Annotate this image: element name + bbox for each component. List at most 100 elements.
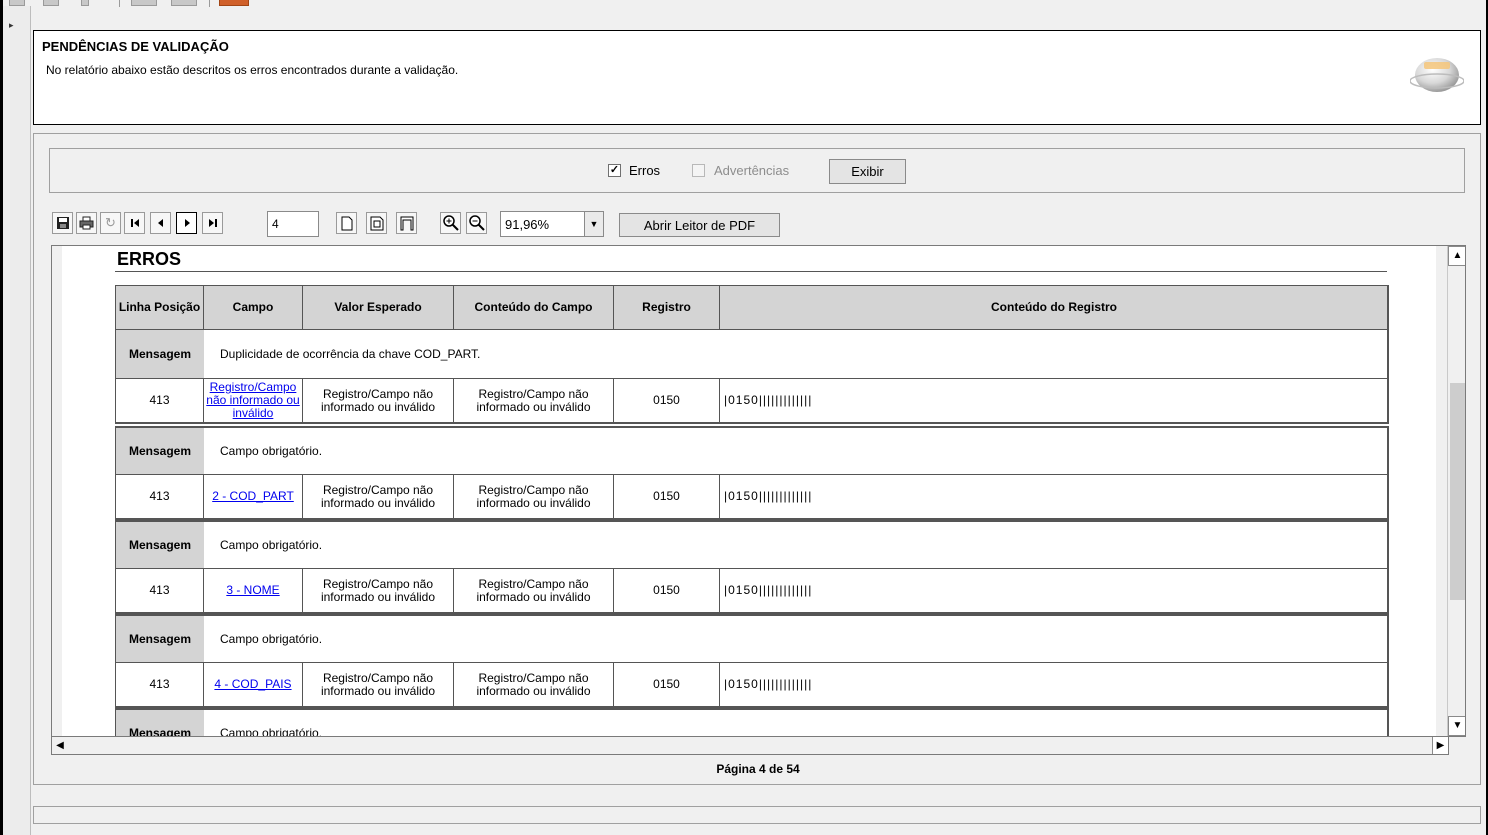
- page-title: PENDÊNCIAS DE VALIDAÇÃO: [42, 39, 229, 54]
- field-link[interactable]: 3 - NOME: [226, 584, 279, 597]
- message-row: Mensagem Duplicidade de ocorrência da ch…: [115, 330, 1389, 379]
- message-row: Mensagem Campo obrigatório.: [115, 520, 1389, 569]
- table-row: 413 Registro/Campo não informado ou invá…: [115, 379, 1389, 424]
- vertical-scroll-thumb[interactable]: [1450, 383, 1465, 600]
- field-cell: 3 - NOME: [204, 569, 303, 612]
- next-page-icon[interactable]: [176, 212, 197, 234]
- field-link[interactable]: Registro/Campo não informado ou inválido: [204, 381, 302, 420]
- field-content-cell: Registro/Campo não informado ou inválido: [454, 569, 614, 612]
- single-page-icon[interactable]: [336, 212, 357, 234]
- facing-pages-icon[interactable]: [366, 212, 387, 234]
- page-number-input[interactable]: [267, 211, 319, 237]
- zoom-value: 91,96%: [505, 217, 550, 232]
- top-toolbar-button[interactable]: [131, 0, 157, 6]
- save-icon[interactable]: [52, 212, 73, 234]
- message-label: Mensagem: [116, 710, 204, 736]
- fit-width-icon[interactable]: [396, 212, 417, 234]
- table-row: 413 2 - COD_PART Registro/Campo não info…: [115, 475, 1389, 520]
- top-toolbar-button[interactable]: [171, 0, 197, 6]
- column-header-line-position: Linha Posição: [116, 286, 204, 329]
- last-page-icon[interactable]: [202, 212, 223, 234]
- report-viewer: ✓ Erros Advertências Exibir ↻ 4 91,96% ▼…: [33, 133, 1481, 785]
- field-link[interactable]: 2 - COD_PART: [212, 490, 294, 503]
- field-content-cell: Registro/Campo não informado ou inválido: [454, 663, 614, 706]
- message-text: Campo obrigatório.: [220, 726, 323, 736]
- message-text: Campo obrigatório.: [220, 538, 323, 552]
- pdf-toolbar: ↻ 4 91,96% ▼ Abrir Leitor de PDF: [52, 209, 792, 241]
- message-row: Mensagem Campo obrigatório.: [115, 426, 1389, 475]
- table-row: 413 3 - NOME Registro/Campo não informad…: [115, 569, 1389, 614]
- sped-logo-icon: [1410, 58, 1464, 92]
- toolbar-separator: [209, 0, 210, 7]
- record-content-cell: |0150|||||||||||||: [724, 677, 813, 691]
- scroll-up-icon[interactable]: ▲: [1448, 246, 1465, 266]
- zoom-out-icon[interactable]: [466, 212, 487, 234]
- errors-label[interactable]: Erros: [629, 163, 660, 178]
- zoom-in-icon[interactable]: [440, 212, 461, 234]
- open-pdf-reader-button[interactable]: Abrir Leitor de PDF: [619, 213, 780, 237]
- header-panel: PENDÊNCIAS DE VALIDAÇÃO No relatório aba…: [33, 30, 1481, 125]
- zoom-select[interactable]: 91,96% ▼: [500, 211, 604, 237]
- field-cell: 2 - COD_PART: [204, 475, 303, 518]
- line-position-cell: 413: [116, 379, 204, 422]
- warnings-label[interactable]: Advertências: [714, 163, 789, 178]
- message-row: Mensagem Campo obrigatório.: [115, 708, 1389, 736]
- column-header-expected-value: Valor Esperado: [303, 286, 454, 329]
- expected-value-cell: Registro/Campo não informado ou inválido: [303, 569, 454, 612]
- record-content-cell: |0150|||||||||||||: [724, 489, 813, 503]
- top-toolbar-button[interactable]: [81, 0, 89, 6]
- errors-checkbox[interactable]: ✓: [608, 164, 621, 177]
- record-cell: 0150: [614, 475, 720, 518]
- table-row: 413 4 - COD_PAIS Registro/Campo não info…: [115, 663, 1389, 708]
- collapse-arrow-icon[interactable]: ▸: [9, 20, 14, 31]
- message-label: Mensagem: [116, 428, 204, 474]
- field-link[interactable]: 4 - COD_PAIS: [214, 678, 291, 691]
- message-text: Campo obrigatório.: [220, 444, 323, 458]
- message-label: Mensagem: [116, 330, 204, 378]
- top-toolbar-button[interactable]: [43, 0, 59, 6]
- line-position-cell: 413: [116, 475, 204, 518]
- line-position-cell: 413: [116, 663, 204, 706]
- chevron-down-icon[interactable]: ▼: [584, 212, 603, 236]
- column-header-field: Campo: [204, 286, 303, 329]
- toolbar-separator: [119, 0, 120, 7]
- refresh-icon[interactable]: ↻: [100, 212, 121, 234]
- scroll-right-icon[interactable]: ▶: [1432, 737, 1448, 754]
- print-icon[interactable]: [76, 212, 97, 234]
- check-icon: ✓: [609, 164, 620, 176]
- table-header: Linha Posição Campo Valor Esperado Conte…: [115, 285, 1389, 330]
- field-cell: Registro/Campo não informado ou inválido: [204, 379, 303, 422]
- scroll-left-icon[interactable]: ◀: [52, 737, 68, 754]
- field-content-cell: Registro/Campo não informado ou inválido: [454, 379, 614, 422]
- column-header-record: Registro: [614, 286, 720, 329]
- bottom-status-bar: [33, 806, 1481, 824]
- previous-page-icon[interactable]: [150, 212, 171, 234]
- message-label: Mensagem: [116, 616, 204, 662]
- warnings-checkbox[interactable]: [692, 164, 705, 177]
- record-cell: 0150: [614, 379, 720, 422]
- horizontal-scrollbar[interactable]: ◀ ▶: [51, 737, 1449, 755]
- expected-value-cell: Registro/Campo não informado ou inválido: [303, 379, 454, 422]
- top-toolbar-button[interactable]: [219, 0, 249, 6]
- record-cell: 0150: [614, 663, 720, 706]
- section-title: ERROS: [117, 249, 182, 269]
- record-cell: 0150: [614, 569, 720, 612]
- record-content-cell: |0150|||||||||||||: [724, 583, 813, 597]
- field-cell: 4 - COD_PAIS: [204, 663, 303, 706]
- show-button[interactable]: Exibir: [829, 159, 906, 184]
- record-content-cell: |0150|||||||||||||: [724, 393, 813, 407]
- column-header-field-content: Conteúdo do Campo: [454, 286, 614, 329]
- expected-value-cell: Registro/Campo não informado ou inválido: [303, 475, 454, 518]
- page-indicator: Página 4 de 54: [716, 762, 800, 776]
- report-page: ERROS Linha Posição Campo Valor Esperado…: [62, 246, 1436, 736]
- left-collapse-strip[interactable]: ▸: [3, 6, 31, 835]
- vertical-scrollbar[interactable]: ▲ ▼: [1447, 246, 1465, 736]
- message-text: Duplicidade de ocorrência da chave COD_P…: [220, 347, 481, 361]
- expected-value-cell: Registro/Campo não informado ou inválido: [303, 663, 454, 706]
- first-page-icon[interactable]: [124, 212, 145, 234]
- filter-bar: ✓ Erros Advertências Exibir: [49, 148, 1465, 193]
- top-toolbar: [3, 0, 263, 7]
- message-label: Mensagem: [116, 522, 204, 568]
- scroll-down-icon[interactable]: ▼: [1448, 716, 1465, 736]
- document-area[interactable]: ERROS Linha Posição Campo Valor Esperado…: [51, 245, 1466, 737]
